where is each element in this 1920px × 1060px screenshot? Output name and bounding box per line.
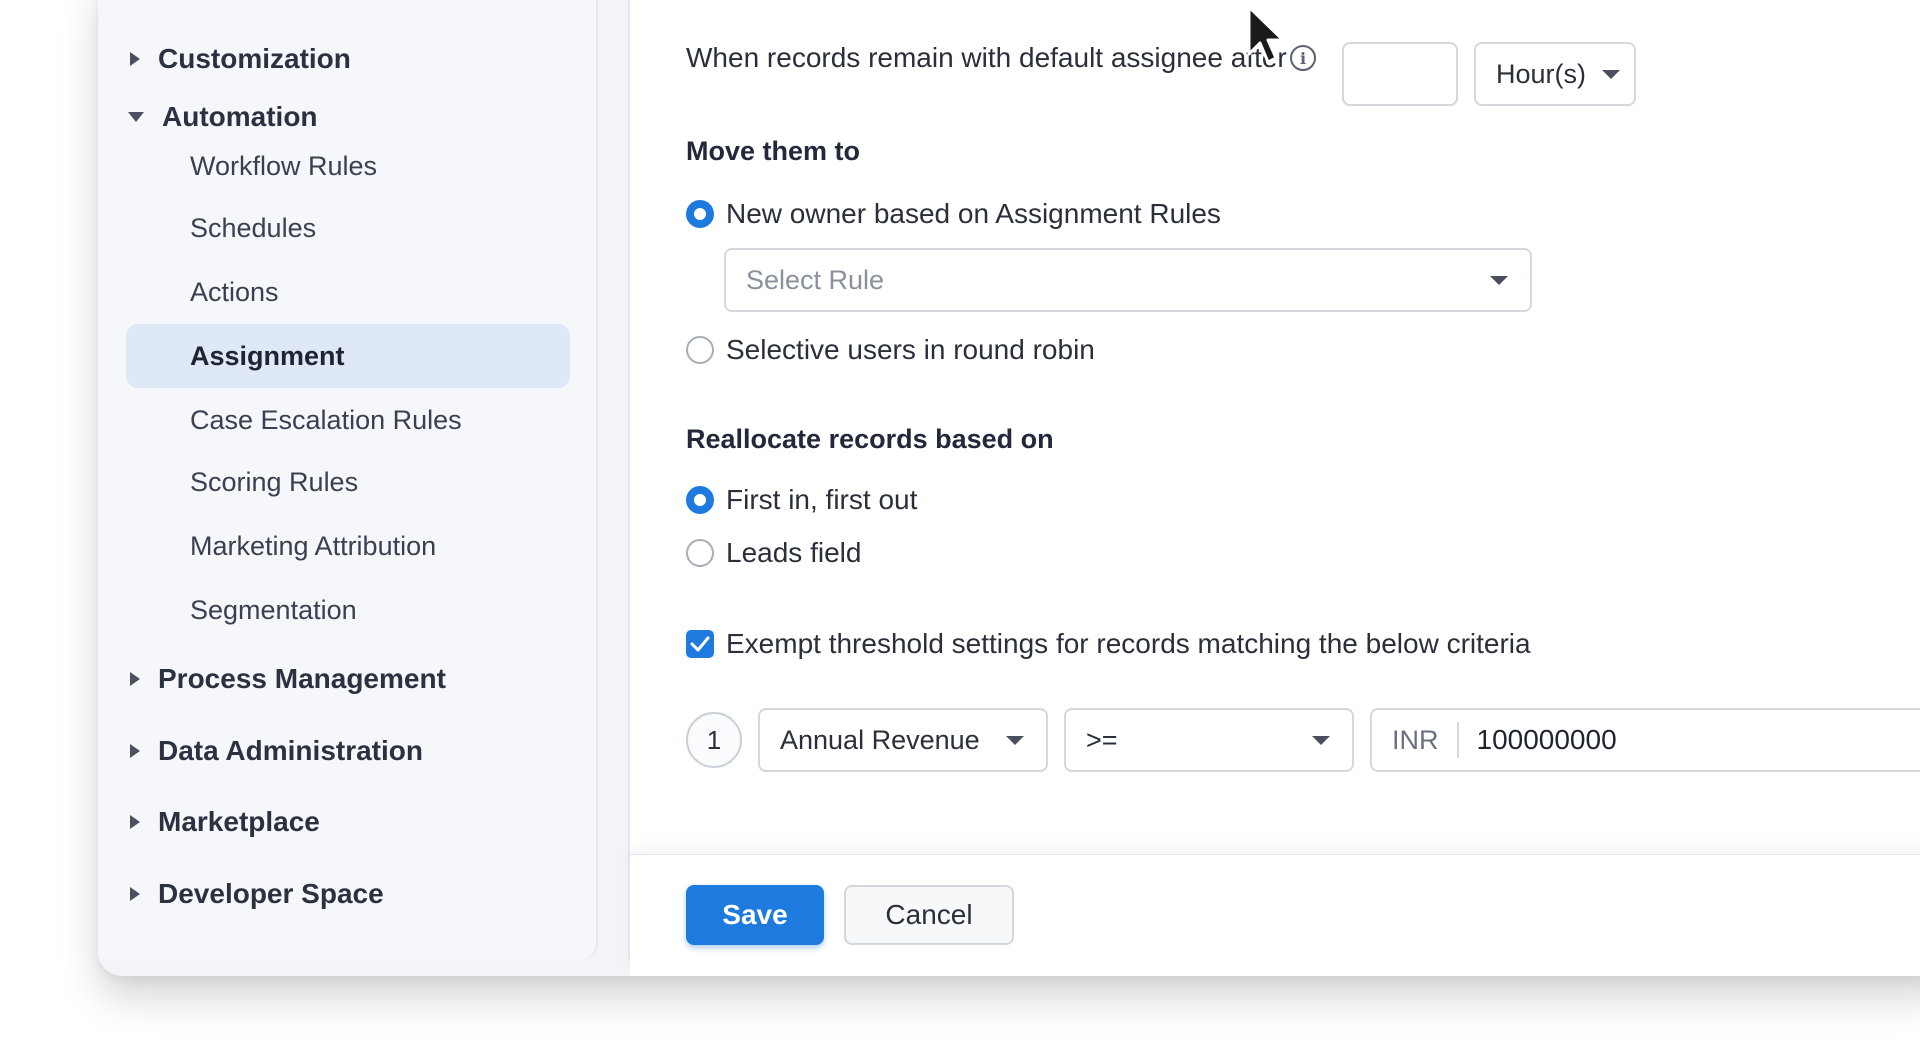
threshold-unit-select[interactable]: Hour(s) (1474, 42, 1636, 106)
assignment-settings-panel: When records remain with default assigne… (628, 0, 1920, 976)
select-rule-dropdown[interactable]: Select Rule (724, 248, 1532, 312)
sidebar-group-label: Process Management (158, 663, 446, 694)
sidebar-group-label: Automation (162, 101, 318, 132)
sidebar-group-customization[interactable]: Customization (128, 34, 351, 84)
sidebar-item-marketing-attribution[interactable]: Marketing Attribution (126, 514, 570, 578)
criteria-index-badge: 1 (686, 712, 742, 768)
criteria-field-select[interactable]: Annual Revenue (758, 708, 1048, 772)
cancel-button[interactable]: Cancel (844, 885, 1014, 945)
threshold-label: When records remain with default assigne… (686, 42, 1287, 73)
sidebar-group-label: Data Administration (158, 735, 423, 766)
caret-right-icon (130, 887, 140, 901)
move-them-heading: Move them to (686, 136, 861, 166)
radio-first-in-first-out[interactable] (686, 486, 714, 514)
radio-assignment-rules-label[interactable]: New owner based on Assignment Rules (726, 198, 1221, 230)
criteria-field-value: Annual Revenue (780, 724, 980, 755)
mouse-cursor-icon (1247, 5, 1285, 64)
caret-right-icon (130, 52, 140, 66)
radio-round-robin[interactable] (686, 336, 714, 364)
criteria-operator-select[interactable]: >= (1064, 708, 1354, 772)
info-icon[interactable]: i (1290, 45, 1316, 71)
sidebar-group-label: Developer Space (158, 878, 384, 909)
chevron-down-icon (1006, 736, 1024, 745)
sidebar-item-workflow-rules[interactable]: Workflow Rules (126, 134, 570, 198)
exempt-threshold-checkbox[interactable] (686, 630, 714, 658)
sidebar-group-data-administration[interactable]: Data Administration (128, 726, 423, 776)
criteria-value-text: 100000000 (1476, 724, 1617, 755)
radio-leads-field-label[interactable]: Leads field (726, 537, 861, 569)
sidebar-group-developer-space[interactable]: Developer Space (128, 869, 384, 919)
form-footer: Save Cancel (630, 854, 1920, 976)
reallocate-heading: Reallocate records based on (686, 424, 1054, 454)
caret-right-icon (130, 744, 140, 758)
sidebar-group-process-management[interactable]: Process Management (128, 654, 446, 704)
settings-window: Customization Automation Workflow Rules … (98, 0, 1920, 976)
criteria-operator-value: >= (1086, 724, 1118, 755)
threshold-duration-input[interactable] (1342, 42, 1458, 106)
caret-right-icon (130, 672, 140, 686)
settings-sidebar: Customization Automation Workflow Rules … (98, 0, 598, 960)
sidebar-item-actions[interactable]: Actions (126, 260, 570, 324)
sidebar-item-assignment[interactable]: Assignment (126, 324, 570, 388)
exempt-threshold-label[interactable]: Exempt threshold settings for records ma… (726, 628, 1531, 660)
checkmark-icon (690, 636, 710, 652)
chevron-down-icon (1490, 276, 1508, 285)
radio-round-robin-label[interactable]: Selective users in round robin (726, 334, 1095, 366)
sidebar-item-segmentation[interactable]: Segmentation (126, 578, 570, 642)
sidebar-item-schedules[interactable]: Schedules (126, 196, 570, 260)
chevron-down-icon (1312, 736, 1330, 745)
sidebar-item-case-escalation-rules[interactable]: Case Escalation Rules (126, 388, 570, 452)
chevron-down-icon (1602, 70, 1620, 79)
caret-down-icon (128, 112, 144, 122)
threshold-unit-value: Hour(s) (1496, 58, 1587, 89)
radio-fifo-label[interactable]: First in, first out (726, 484, 917, 516)
caret-right-icon (130, 815, 140, 829)
radio-assignment-rules[interactable] (686, 200, 714, 228)
sidebar-group-label: Marketplace (158, 806, 320, 837)
select-rule-placeholder: Select Rule (746, 264, 885, 295)
sidebar-group-marketplace[interactable]: Marketplace (128, 797, 320, 847)
criteria-value-input[interactable]: INR 100000000 (1370, 708, 1920, 772)
save-button[interactable]: Save (686, 885, 824, 945)
sidebar-item-scoring-rules[interactable]: Scoring Rules (126, 450, 570, 514)
radio-leads-field[interactable] (686, 539, 714, 567)
currency-label: INR (1372, 722, 1459, 758)
sidebar-group-label: Customization (158, 43, 351, 74)
